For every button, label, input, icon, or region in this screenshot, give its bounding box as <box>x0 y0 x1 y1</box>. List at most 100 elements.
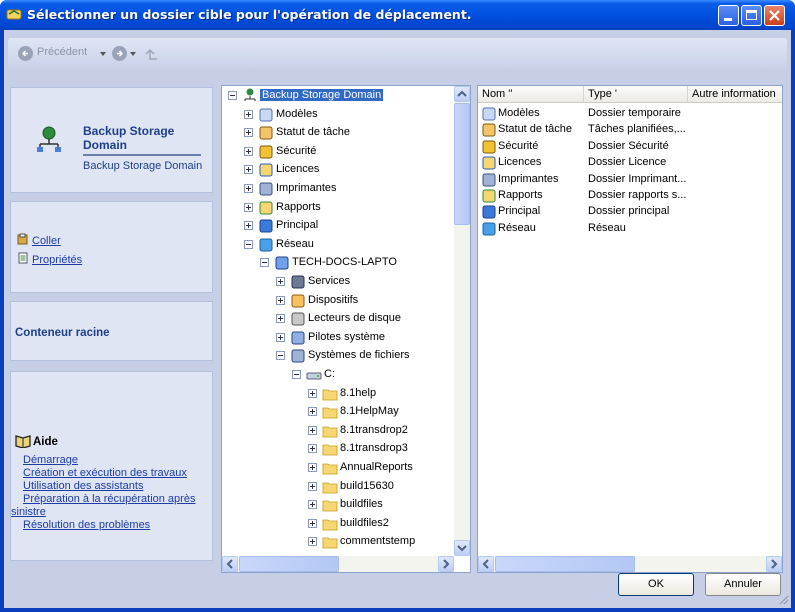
expand-toggle[interactable] <box>308 463 317 472</box>
tree-item[interactable]: AnnualReports <box>222 459 454 477</box>
up-folder-icon[interactable] <box>144 46 160 62</box>
cancel-button[interactable]: Annuler <box>705 573 781 596</box>
help-link-disaster-recovery-cont[interactable]: sinistre <box>11 506 46 518</box>
expand-toggle[interactable] <box>244 165 253 175</box>
tree-item-label: Licences <box>276 163 320 176</box>
tree-item[interactable]: Dispositifs <box>222 292 454 310</box>
collapse-toggle[interactable] <box>244 239 253 249</box>
list-item[interactable]: Imprimantes Dossier Imprimant... <box>478 171 778 189</box>
list-item[interactable]: Principal Dossier principal <box>478 203 778 221</box>
scroll-right-button[interactable] <box>438 556 454 572</box>
list-item[interactable]: Rapports Dossier rapports s... <box>478 187 778 205</box>
expand-toggle[interactable] <box>308 481 317 491</box>
tree-item-label: Dispositifs <box>308 293 359 306</box>
back-button[interactable]: Précédent <box>37 46 87 58</box>
resize-grip-icon[interactable] <box>777 593 789 605</box>
expand-toggle[interactable] <box>308 444 317 454</box>
tree-root-item[interactable]: Backup Storage Domain <box>222 87 454 105</box>
hscroll-thumb[interactable] <box>239 556 339 572</box>
list-item[interactable]: Sécurité Dossier Sécurité <box>478 138 778 156</box>
list-scroll-right-button[interactable] <box>766 556 782 572</box>
tree-item[interactable]: Réseau <box>222 236 454 254</box>
list-hscroll-thumb[interactable] <box>495 556 635 572</box>
list-item[interactable]: Modèles Dossier temporaire <box>478 105 778 123</box>
tree-item[interactable]: Modèles <box>222 106 454 124</box>
expand-toggle[interactable] <box>308 500 317 510</box>
help-link-troubleshooting[interactable]: Résolution des problèmes <box>23 519 150 531</box>
forward-dropdown-icon[interactable] <box>130 52 136 56</box>
tree-item[interactable]: 8.1HelpMay <box>222 403 454 421</box>
expand-toggle[interactable] <box>308 425 317 435</box>
collapse-toggle[interactable] <box>292 370 301 379</box>
minimize-button[interactable] <box>718 5 739 26</box>
tree-item[interactable]: Imprimantes <box>222 180 454 198</box>
tree-item[interactable]: Rapports <box>222 199 454 217</box>
close-button[interactable] <box>764 5 785 26</box>
back-arrow-icon[interactable] <box>18 46 33 61</box>
help-link-jobs[interactable]: Création et exécution des travaux <box>23 467 187 479</box>
tree-item[interactable]: Statut de tâche <box>222 124 454 142</box>
tree-item[interactable]: build15630 <box>222 478 454 496</box>
tree-item[interactable]: buildfiles <box>222 496 454 514</box>
help-link-disaster-recovery[interactable]: Préparation à la récupération après <box>23 493 195 505</box>
expand-toggle[interactable] <box>308 518 317 528</box>
maximize-button[interactable] <box>741 5 762 26</box>
tree-item[interactable]: C: <box>222 366 454 384</box>
tree-horizontal-scrollbar[interactable] <box>222 556 454 572</box>
expand-toggle[interactable] <box>244 128 253 138</box>
list-item[interactable]: Statut de tâche Tâches planifiées,... <box>478 121 778 139</box>
help-link-wizards[interactable]: Utilisation des assistants <box>23 480 143 492</box>
tree-item[interactable]: 8.1help <box>222 385 454 403</box>
folder-tree[interactable]: Backup Storage Domain Modèles Statut de t… <box>221 85 471 573</box>
scroll-left-button[interactable] <box>222 556 238 572</box>
tree-item[interactable]: Principal <box>222 217 454 235</box>
expand-toggle[interactable] <box>276 277 285 286</box>
list-item[interactable]: Réseau Réseau <box>478 220 778 238</box>
server-name: Backup Storage Domain <box>83 124 201 156</box>
back-dropdown-icon[interactable] <box>100 52 106 56</box>
forward-arrow-icon[interactable] <box>112 46 127 61</box>
expand-toggle[interactable] <box>276 332 285 342</box>
scroll-thumb[interactable] <box>454 103 470 225</box>
tree-item[interactable]: Sécurité <box>222 143 454 161</box>
ok-button[interactable]: OK <box>618 573 694 596</box>
expand-toggle[interactable] <box>308 537 317 547</box>
expand-toggle[interactable] <box>276 295 285 305</box>
tree-item[interactable]: commentstemp <box>222 533 454 551</box>
collapse-toggle[interactable] <box>228 91 237 100</box>
tree-item[interactable]: Pilotes système <box>222 329 454 347</box>
expand-toggle[interactable] <box>244 202 253 212</box>
expand-toggle[interactable] <box>244 221 253 231</box>
expand-toggle[interactable] <box>244 146 253 156</box>
tree-item[interactable]: Licences <box>222 161 454 179</box>
tree-item[interactable]: Systèmes de fichiers <box>222 347 454 365</box>
tree-item[interactable]: buildfiles2 <box>222 515 454 533</box>
collapse-toggle[interactable] <box>276 351 285 361</box>
expand-toggle[interactable] <box>244 184 253 193</box>
tree-item[interactable]: Services <box>222 273 454 291</box>
paste-link[interactable]: Coller <box>32 235 61 247</box>
collapse-toggle[interactable] <box>260 258 269 268</box>
list-horizontal-scrollbar[interactable] <box>478 556 782 572</box>
list-scroll-left-button[interactable] <box>478 556 494 572</box>
expand-toggle[interactable] <box>244 109 253 119</box>
help-link-getting-started[interactable]: Démarrage <box>23 454 78 466</box>
templates-icon <box>482 107 496 121</box>
scroll-up-button[interactable] <box>454 86 470 102</box>
scroll-down-button[interactable] <box>454 540 470 556</box>
folder-contents-list[interactable]: Nom '' Type ' Autre information Modèles D… <box>477 85 783 573</box>
expand-toggle[interactable] <box>276 314 285 324</box>
column-header-type[interactable]: Type ' <box>584 86 688 103</box>
column-header-other[interactable]: Autre information <box>688 86 782 103</box>
tree-vertical-scrollbar[interactable] <box>454 86 470 556</box>
tree-item[interactable]: 8.1transdrop2 <box>222 422 454 440</box>
expand-toggle[interactable] <box>308 407 317 417</box>
tree-item[interactable]: 8.1transdrop3 <box>222 440 454 458</box>
properties-link[interactable]: Propriétés <box>32 254 82 266</box>
list-item[interactable]: Licences Dossier Licence <box>478 154 778 172</box>
column-header-name[interactable]: Nom '' <box>478 86 584 103</box>
tree-item[interactable]: TECH-DOCS-LAPTO <box>222 254 454 272</box>
expand-toggle[interactable] <box>308 388 317 398</box>
tree-item[interactable]: Lecteurs de disque <box>222 310 454 328</box>
title-bar[interactable]: Sélectionner un dossier cible pour l'opé… <box>0 0 795 30</box>
